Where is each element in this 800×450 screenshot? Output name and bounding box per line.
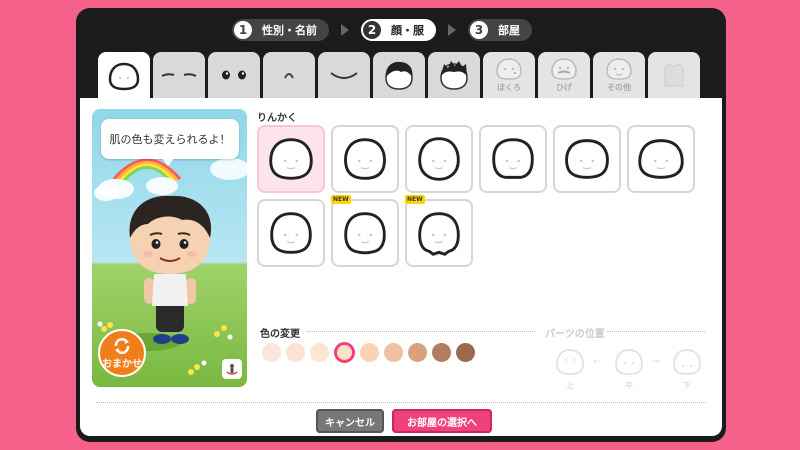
eyes-icon <box>222 70 246 80</box>
tab-other[interactable]: その他 <box>593 52 645 98</box>
face-outline-icon <box>269 138 313 180</box>
step-2[interactable]: 2 顔・服 <box>361 19 436 41</box>
step-progress: 1 性別・名前 2 顔・服 3 部屋 <box>232 18 532 42</box>
face-down-icon <box>672 348 702 376</box>
tab-label: ほくろ <box>497 83 521 92</box>
nose-icon <box>284 73 294 79</box>
face-shape-3[interactable] <box>405 125 473 193</box>
divider <box>607 331 705 332</box>
random-button[interactable]: おまかせ <box>98 329 146 377</box>
mouth-icon <box>330 72 358 79</box>
step-1[interactable]: 1 性別・名前 <box>232 19 329 41</box>
face-outline-icon <box>344 212 386 255</box>
face-outline-icon <box>418 137 460 181</box>
skin-color-swatch[interactable] <box>432 343 451 362</box>
skin-color-swatch[interactable] <box>360 343 379 362</box>
arrow-left-icon: ← <box>593 357 601 367</box>
speech-bubble: 肌の色も変えられるよ！ <box>101 119 239 159</box>
parts-tabs: ほくろ ひげ その他 <box>98 52 700 99</box>
tab-label: その他 <box>607 83 631 92</box>
tab-mouth[interactable] <box>318 52 370 98</box>
face-icon <box>108 62 140 90</box>
face-up-icon <box>555 348 585 376</box>
step-label: 顔・服 <box>391 24 424 37</box>
eyebrows-icon <box>161 73 197 77</box>
parts-grid: NEW NEW <box>257 125 707 267</box>
new-badge: NEW <box>331 195 351 204</box>
skin-color-swatch[interactable] <box>310 343 329 362</box>
step-label: 部屋 <box>498 24 520 37</box>
face-shape-2[interactable] <box>331 125 399 193</box>
face-outline-icon <box>418 212 460 256</box>
face-shape-9[interactable]: NEW <box>405 195 473 267</box>
step-arrow-icon <box>341 24 349 36</box>
divider <box>307 331 535 332</box>
tab-label: ひげ <box>556 83 572 92</box>
tab-hair-1[interactable] <box>373 52 425 98</box>
face-shape-5[interactable] <box>553 125 621 193</box>
face-shape-6[interactable] <box>627 125 695 193</box>
avatar-preview: 肌の色も変えられるよ！ おまかせ <box>92 109 247 387</box>
skin-color-swatch[interactable] <box>286 343 305 362</box>
skin-color-swatch[interactable] <box>334 342 355 363</box>
shirt-icon <box>664 63 684 87</box>
hair-icon <box>385 61 413 90</box>
tab-eyebrows[interactable] <box>153 52 205 98</box>
new-badge: NEW <box>405 195 425 204</box>
position-down-label: 下 <box>683 381 691 390</box>
position-up-label: 上 <box>566 381 574 390</box>
divider <box>96 402 706 403</box>
step-number: 2 <box>363 21 381 39</box>
face-outline-icon <box>492 138 534 179</box>
step-number: 3 <box>470 21 488 39</box>
avatar-character <box>129 195 212 344</box>
skin-color-swatch[interactable] <box>456 343 475 362</box>
beard-icon <box>551 58 577 80</box>
skin-color-swatch[interactable] <box>408 343 427 362</box>
rotate-button[interactable] <box>222 359 242 379</box>
other-icon <box>606 58 632 80</box>
face-shape-8[interactable]: NEW <box>331 195 399 267</box>
face-shape-7[interactable] <box>257 199 325 267</box>
position-middle-label: 中 <box>625 381 633 390</box>
skin-color-swatch[interactable] <box>262 343 281 362</box>
step-3[interactable]: 3 部屋 <box>468 19 532 41</box>
color-section-title: 色の変更 <box>260 329 300 340</box>
position-down-button[interactable] <box>669 344 705 380</box>
tab-mole[interactable]: ほくろ <box>483 52 535 98</box>
tab-hair-2[interactable] <box>428 52 480 98</box>
face-middle-icon <box>614 348 644 376</box>
face-outline-icon <box>344 138 386 180</box>
tab-clothes[interactable] <box>648 52 700 98</box>
tab-nose[interactable] <box>263 52 315 98</box>
arrow-right-icon: → <box>652 357 660 367</box>
color-swatches <box>262 342 475 363</box>
tab-face-shape[interactable] <box>98 52 150 99</box>
skin-color-swatch[interactable] <box>384 343 403 362</box>
face-shape-4[interactable] <box>479 125 547 193</box>
face-outline-icon <box>638 139 684 179</box>
position-middle-button[interactable] <box>611 344 647 380</box>
face-outline-icon <box>565 139 609 179</box>
parts-section-title: りんかく <box>257 113 297 124</box>
step-arrow-icon <box>448 24 456 36</box>
step-label: 性別・名前 <box>262 24 317 37</box>
refresh-icon <box>114 337 130 354</box>
random-button-label: おまかせ <box>102 358 142 370</box>
tab-eyes[interactable] <box>208 52 260 98</box>
hair-icon <box>440 61 468 90</box>
next-room-button[interactable]: お部屋の選択へ <box>392 409 492 433</box>
speech-bubble-tail <box>162 158 174 166</box>
step-number: 1 <box>234 21 252 39</box>
position-up-button[interactable] <box>552 344 588 380</box>
position-section-title: パーツの位置 <box>545 329 605 340</box>
rotate-avatar-icon <box>226 364 238 375</box>
face-outline-icon <box>270 212 312 254</box>
cancel-button[interactable]: キャンセル <box>316 409 384 433</box>
mole-icon <box>496 58 522 80</box>
tab-beard[interactable]: ひげ <box>538 52 590 98</box>
face-shape-1[interactable] <box>257 125 325 193</box>
